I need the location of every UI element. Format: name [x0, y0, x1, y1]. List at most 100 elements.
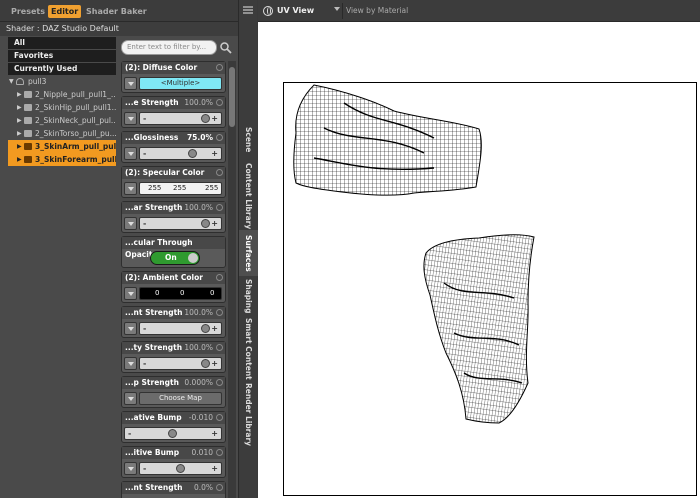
view-by-material-option[interactable]: View by Material	[346, 5, 408, 17]
globe-icon[interactable]	[263, 6, 273, 16]
slider-thumb[interactable]	[201, 114, 210, 123]
slider-thumb[interactable]	[201, 324, 210, 333]
red-value[interactable]: 0	[155, 288, 159, 299]
tab-presets[interactable]: Presets	[8, 5, 48, 18]
prop-title: ...Glossiness	[125, 133, 179, 142]
slider-thumb[interactable]	[168, 429, 177, 438]
gear-icon[interactable]	[216, 414, 223, 421]
tree-item-label: 2_SkinTorso_pull_pu...	[35, 129, 116, 138]
gear-icon[interactable]	[216, 309, 223, 316]
dropdown-button[interactable]	[124, 462, 137, 475]
surface-icon	[24, 156, 32, 163]
gear-icon[interactable]	[216, 169, 223, 176]
specular-color-field[interactable]: 255 255 255	[139, 182, 222, 195]
blue-value[interactable]: 0	[210, 288, 214, 299]
negative-bump-slider[interactable]: - +	[124, 427, 222, 440]
view-selector[interactable]: UV View	[277, 5, 314, 17]
collapsed-arrow-icon[interactable]: ▶	[17, 114, 22, 127]
dropdown-button[interactable]	[124, 287, 137, 300]
choose-map-button[interactable]: Choose Map	[139, 392, 222, 405]
chevron-down-icon[interactable]	[334, 7, 340, 11]
prop-value: -0.010	[188, 413, 213, 422]
gear-icon[interactable]	[216, 274, 223, 281]
gear-icon[interactable]	[216, 204, 223, 211]
side-tab-shaping[interactable]: Shaping	[239, 276, 258, 316]
dropdown-button[interactable]	[124, 182, 137, 195]
gear-icon[interactable]	[216, 484, 223, 491]
diffuse-color-swatch[interactable]: <Multiple>	[139, 77, 222, 90]
blue-value[interactable]: 255	[205, 183, 218, 194]
diffuse-strength-slider[interactable]: - +	[139, 112, 222, 125]
dropdown-button[interactable]	[124, 112, 137, 125]
tab-shader-baker[interactable]: Shader Baker	[83, 5, 150, 18]
slider-thumb[interactable]	[201, 359, 210, 368]
property-scrollbar[interactable]	[228, 61, 236, 498]
gear-icon[interactable]	[216, 344, 223, 351]
ambient-strength-slider[interactable]: - +	[139, 322, 222, 335]
tree-root-node[interactable]: ▼ pull3	[8, 75, 116, 88]
scrollbar-thumb[interactable]	[229, 67, 235, 127]
prop-title: ...itive Bump	[125, 448, 180, 457]
surfaces-pane: Presets Editor Shader Baker Shader : DAZ…	[0, 0, 238, 498]
side-tab-content-library[interactable]: Content Library	[239, 162, 258, 230]
surface-tree: ▼ pull3 ▶ 2_Nipple_pull_pull1_... ▶ 2_Sk…	[8, 75, 116, 166]
expand-arrow-icon[interactable]: ▼	[9, 75, 14, 88]
prop-title: ...nt Strength	[125, 308, 183, 317]
filter-input[interactable]: Enter text to filter by...	[121, 40, 217, 55]
prop-opacity-strength: ...ty Strength 100.0% - +	[121, 341, 226, 373]
glossiness-slider[interactable]: - +	[139, 147, 222, 160]
gear-icon[interactable]	[216, 134, 223, 141]
category-all[interactable]: All	[8, 37, 116, 49]
slider-thumb[interactable]	[201, 219, 210, 228]
prop-title: (2): Diffuse Color	[125, 63, 198, 72]
gear-icon[interactable]	[216, 379, 223, 386]
green-value[interactable]: 255	[173, 183, 186, 194]
surface-icon	[24, 104, 32, 111]
toggle-knob[interactable]	[188, 253, 198, 263]
dropdown-button[interactable]	[124, 147, 137, 160]
tree-item[interactable]: ▶ 2_SkinNeck_pull_pul...	[8, 114, 116, 127]
panel-menu-icon[interactable]	[241, 4, 255, 16]
red-value[interactable]: 255	[148, 183, 161, 194]
gear-icon[interactable]	[216, 99, 223, 106]
specular-strength-slider[interactable]: - +	[139, 217, 222, 230]
dropdown-button[interactable]	[124, 322, 137, 335]
collapsed-arrow-icon[interactable]: ▶	[17, 127, 22, 140]
tree-item[interactable]: ▶ 2_Nipple_pull_pull1_...	[8, 88, 116, 101]
gear-icon[interactable]	[216, 449, 223, 456]
gear-icon[interactable]	[216, 64, 223, 71]
ambient-color-field[interactable]: 0 0 0	[139, 287, 222, 300]
uv-canvas	[293, 84, 535, 424]
side-tab-smart-content[interactable]: Smart Content	[239, 316, 258, 382]
side-tab-surfaces[interactable]: Surfaces	[239, 230, 258, 276]
tab-editor[interactable]: Editor	[48, 5, 82, 18]
green-value[interactable]: 0	[180, 288, 184, 299]
dropdown-button[interactable]	[124, 357, 137, 370]
side-tab-scene[interactable]: Scene	[239, 118, 258, 162]
tree-item-selected[interactable]: ▶ 3_SkinForearm_pull...	[8, 153, 116, 166]
dropdown-button[interactable]	[124, 77, 137, 90]
side-tab-render-library[interactable]: Render Library	[239, 382, 258, 448]
tree-item[interactable]: ▶ 2_SkinHip_pull_pull1...	[8, 101, 116, 114]
dropdown-button[interactable]	[124, 217, 137, 230]
positive-bump-slider[interactable]: - +	[139, 462, 222, 475]
category-currently-used[interactable]: Currently Used	[8, 63, 116, 75]
search-icon[interactable]	[219, 41, 233, 54]
uv-canvas-frame[interactable]	[283, 82, 697, 496]
prop-specular-strength: ...ar Strength 100.0% - +	[121, 201, 226, 233]
slider-thumb[interactable]	[188, 149, 198, 158]
through-opacity-toggle[interactable]: On	[150, 251, 200, 265]
collapsed-arrow-icon[interactable]: ▶	[17, 153, 22, 166]
prop-title: (2): Ambient Color	[125, 273, 203, 282]
tree-item-selected[interactable]: ▶ 3_SkinArm_pull_pull...	[8, 140, 116, 153]
prop-title: ...e Strength	[125, 98, 179, 107]
tree-item[interactable]: ▶ 2_SkinTorso_pull_pu...	[8, 127, 116, 140]
collapsed-arrow-icon[interactable]: ▶	[17, 88, 22, 101]
collapsed-arrow-icon[interactable]: ▶	[17, 140, 22, 153]
slider-thumb[interactable]	[175, 464, 185, 473]
prop-value: 100.0%	[184, 308, 213, 317]
opacity-strength-slider[interactable]: - +	[139, 357, 222, 370]
collapsed-arrow-icon[interactable]: ▶	[17, 101, 22, 114]
dropdown-button[interactable]	[124, 392, 137, 405]
category-favorites[interactable]: Favorites	[8, 50, 116, 62]
